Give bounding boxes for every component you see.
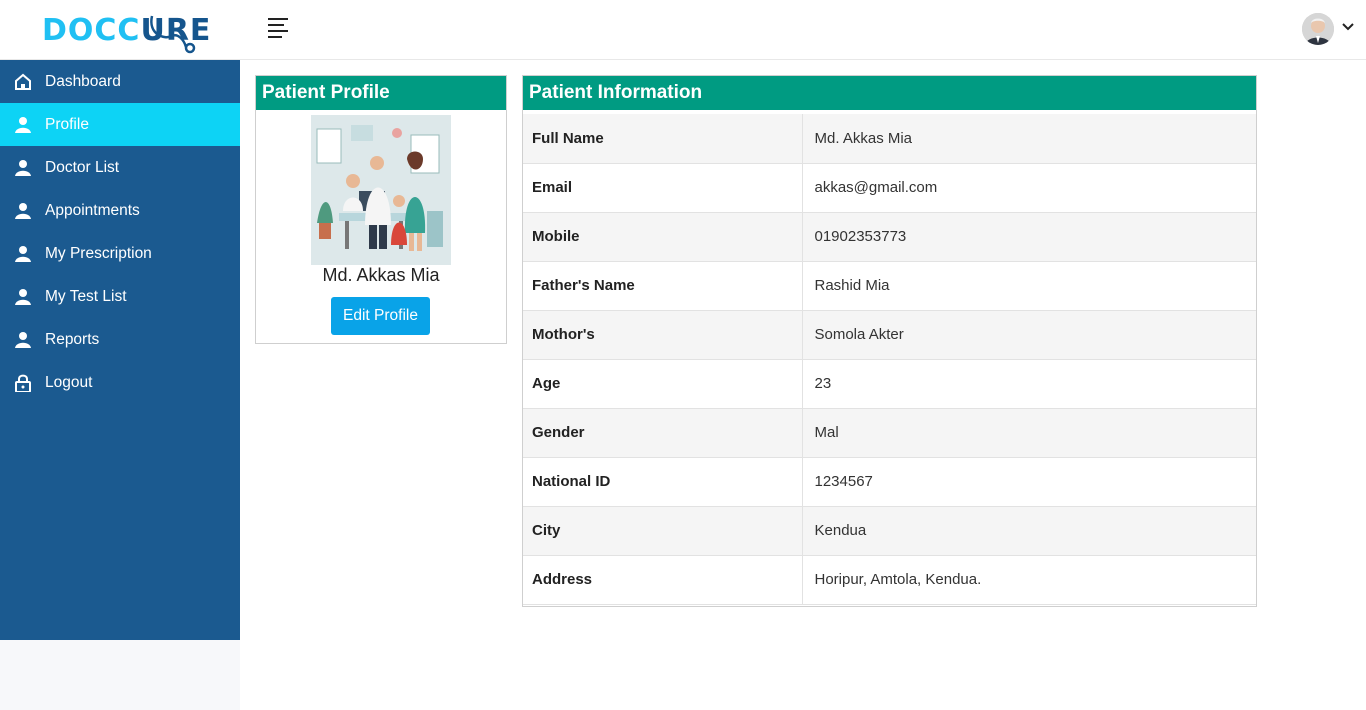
sidebar-item-label: Reports [45, 330, 100, 348]
user-icon [14, 159, 32, 177]
sidebar-item-label: Profile [45, 115, 89, 133]
sidebar-item-label: Logout [45, 373, 93, 391]
row-value: Horipur, Amtola, Kendua. [802, 555, 1256, 605]
sidebar-item-appointments[interactable]: Appointments [0, 189, 240, 232]
row-label: Gender [523, 408, 803, 458]
row-label: National ID [523, 457, 803, 507]
row-label: Father's Name [523, 261, 803, 311]
table-row: Email akkas@gmail.com [523, 163, 1256, 213]
home-icon [14, 73, 32, 91]
edit-profile-button[interactable]: Edit Profile [331, 297, 430, 335]
user-icon [14, 202, 32, 220]
chevron-down-icon[interactable] [1342, 23, 1354, 31]
user-icon [14, 331, 32, 349]
row-value: 01902353773 [802, 212, 1256, 262]
sidebar-item-dashboard[interactable]: Dashboard [0, 60, 240, 103]
top-bar: DOCCURE [0, 0, 1366, 60]
row-label: Email [523, 163, 803, 213]
row-value: Md. Akkas Mia [802, 114, 1256, 164]
logo-text-light: DOCC [42, 12, 141, 48]
table-row: Mobile 01902353773 [523, 212, 1256, 262]
sidebar-item-reports[interactable]: Reports [0, 318, 240, 361]
patient-profile-card: Patient Profile Md. Akkas Mia Edit Profi… [255, 75, 507, 344]
row-label: City [523, 506, 803, 556]
row-value: Kendua [802, 506, 1256, 556]
patient-profile-title: Patient Profile [256, 76, 506, 110]
sidebar-item-label: Dashboard [45, 72, 121, 90]
avatar[interactable] [1302, 13, 1334, 45]
table-row: Mothor's Somola Akter [523, 310, 1256, 360]
row-value: Mal [802, 408, 1256, 458]
sidebar-item-doctor-list[interactable]: Doctor List [0, 146, 240, 189]
sidebar-item-label: My Prescription [45, 244, 152, 262]
sidebar-item-label: Doctor List [45, 158, 120, 176]
user-icon [14, 245, 32, 263]
table-row: Full Name Md. Akkas Mia [523, 114, 1256, 164]
patient-information-card: Patient Information Full Name Md. Akkas M… [522, 75, 1257, 607]
table-row: Age 23 [523, 359, 1256, 409]
menu-toggle-icon[interactable] [268, 18, 292, 42]
sidebar-item-label: Appointments [45, 201, 140, 219]
sidebar-item-logout[interactable]: Logout [0, 361, 240, 404]
row-label: Mothor's [523, 310, 803, 360]
user-icon [14, 116, 32, 134]
patient-information-title: Patient Information [523, 76, 1256, 110]
table-row: Gender Mal [523, 408, 1256, 458]
table-row: Address Horipur, Amtola, Kendua. [523, 555, 1256, 605]
row-label: Full Name [523, 114, 803, 164]
table-row: Father's Name Rashid Mia [523, 261, 1256, 311]
table-row: National ID 1234567 [523, 457, 1256, 507]
row-value: Rashid Mia [802, 261, 1256, 311]
profile-image [311, 115, 451, 265]
row-value: Somola Akter [802, 310, 1256, 360]
row-label: Mobile [523, 212, 803, 262]
row-value: 1234567 [802, 457, 1256, 507]
sidebar: Dashboard Profile Doctor List Appointmen… [0, 60, 240, 640]
row-label: Address [523, 555, 803, 605]
row-value: 23 [802, 359, 1256, 409]
row-value: akkas@gmail.com [802, 163, 1256, 213]
row-label: Age [523, 359, 803, 409]
logo[interactable]: DOCCURE [42, 8, 211, 54]
sidebar-item-profile[interactable]: Profile [0, 103, 240, 146]
patient-information-table: Full Name Md. Akkas Mia Email akkas@gmail.… [523, 114, 1256, 605]
sidebar-footer-area [0, 640, 240, 710]
user-menu[interactable] [1302, 13, 1354, 45]
table-row: City Kendua [523, 506, 1256, 556]
patient-name: Md. Akkas Mia [322, 265, 440, 285]
stethoscope-icon [150, 15, 196, 54]
lock-icon [14, 374, 32, 392]
sidebar-item-my-test-list[interactable]: My Test List [0, 275, 240, 318]
sidebar-item-label: My Test List [45, 287, 127, 305]
user-icon [14, 288, 32, 306]
sidebar-item-my-prescription[interactable]: My Prescription [0, 232, 240, 275]
